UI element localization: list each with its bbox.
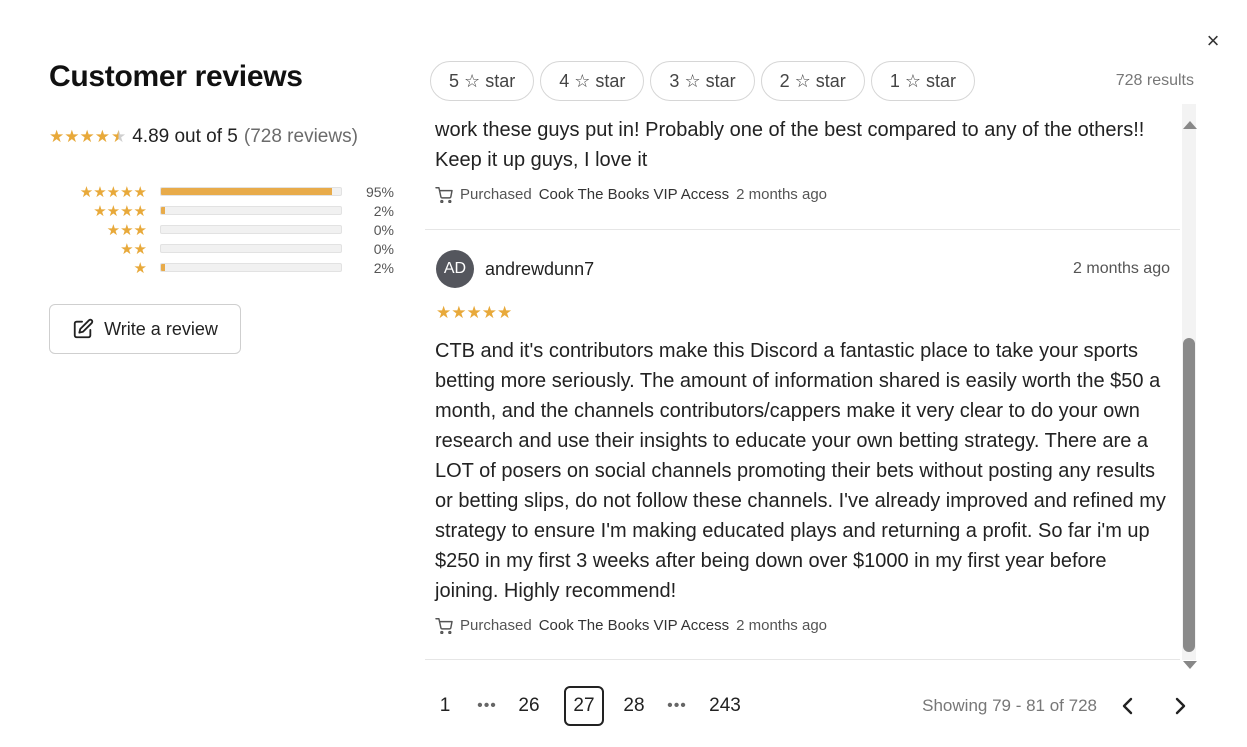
showing-range: Showing 79 - 81 of 728 (922, 696, 1097, 715)
review-date: 2 months ago (1073, 260, 1170, 277)
distribution-row-2[interactable]: ★★ 0% (49, 239, 395, 258)
reviews-list[interactable]: work these guys put in! Probably one of … (425, 104, 1180, 660)
filter-5-star[interactable]: 5 ☆ star (430, 61, 535, 101)
rating-text: 4.89 out of 5 (132, 126, 238, 147)
distribution-percent: 2% (373, 202, 394, 219)
star-outline-icon: ☆ (904, 70, 921, 91)
distribution-bar (160, 187, 342, 196)
page-243[interactable]: 243 (700, 686, 750, 726)
page-28[interactable]: 28 (614, 686, 654, 726)
review-author: AD andrewdunn7 (436, 250, 594, 288)
prev-page-button[interactable] (1113, 690, 1143, 722)
four-stars-icon: ★★★★ (93, 202, 147, 220)
close-button[interactable]: × (1203, 30, 1223, 52)
distribution-fill (161, 188, 332, 195)
page-26[interactable]: 26 (514, 686, 544, 726)
chevron-left-icon (1122, 697, 1133, 715)
distribution-fill (161, 207, 165, 214)
filter-value: 4 (559, 70, 570, 91)
review-stars-icon: ★★★★★ (436, 303, 513, 322)
one-star-icon: ★ (133, 259, 147, 277)
filter-value: 2 (779, 70, 790, 91)
filter-value: 1 (889, 70, 900, 91)
star-outline-icon: ☆ (794, 70, 811, 91)
distribution-bar (160, 244, 342, 253)
product-link[interactable]: Cook The Books VIP Access (539, 186, 729, 203)
filter-suffix: star (595, 70, 626, 91)
purchase-info: Purchased Cook The Books VIP Access 2 mo… (435, 186, 1155, 203)
distribution-bar (160, 225, 342, 234)
rating-distribution: ★★★★★ 95% ★★★★ 2% ★★★ 0% ★★ 0% ★ 2% (49, 182, 395, 277)
pagination: 1 ••• 26 27 28 ••• 243 (430, 686, 750, 726)
filter-1-star[interactable]: 1 ☆ star (870, 61, 976, 101)
page-27[interactable]: 27 (564, 686, 604, 726)
distribution-row-4[interactable]: ★★★★ 2% (49, 201, 395, 220)
distribution-bar (160, 206, 342, 215)
distribution-percent: 95% (365, 183, 394, 200)
page-ellipsis: ••• (477, 697, 497, 714)
filter-3-star[interactable]: 3 ☆ star (650, 61, 755, 101)
filter-suffix: star (815, 70, 846, 91)
scroll-up-arrow-icon[interactable] (1183, 121, 1197, 129)
filter-suffix: star (705, 70, 736, 91)
distribution-percent: 2% (373, 259, 394, 276)
distribution-percent: 0% (373, 221, 394, 238)
summary-panel: Customer reviews ★★★★ ★ 4.89 out of 5 (72… (49, 60, 399, 354)
distribution-bar (160, 263, 342, 272)
page-1[interactable]: 1 (430, 686, 460, 726)
star-outline-icon: ☆ (684, 70, 701, 91)
review-text: CTB and it's contributors make this Disc… (435, 340, 1166, 602)
divider (425, 659, 1180, 660)
purchase-prefix: Purchased (460, 617, 532, 634)
cart-icon (435, 617, 453, 634)
divider (425, 229, 1180, 230)
distribution-fill (161, 264, 165, 271)
write-review-button[interactable]: Write a review (49, 304, 241, 354)
star-outline-icon: ☆ (464, 70, 481, 91)
distribution-row-3[interactable]: ★★★ 0% (49, 220, 395, 239)
filter-suffix: star (926, 70, 957, 91)
page-ellipsis: ••• (667, 697, 687, 714)
page-title: Customer reviews (49, 60, 303, 93)
distribution-row-5[interactable]: ★★★★★ 95% (49, 182, 395, 201)
filter-suffix: star (485, 70, 516, 91)
filter-4-star[interactable]: 4 ☆ star (540, 61, 645, 101)
filter-value: 5 (449, 70, 460, 91)
distribution-percent: 0% (373, 240, 394, 257)
results-count: 728 results (1115, 72, 1194, 89)
scrollbar-thumb[interactable] (1183, 338, 1195, 652)
edit-icon (73, 318, 94, 339)
filter-value: 3 (669, 70, 680, 91)
purchase-date: 2 months ago (736, 186, 828, 203)
product-link[interactable]: Cook The Books VIP Access (539, 617, 729, 634)
three-stars-icon: ★★★ (106, 221, 147, 239)
avatar: AD (436, 250, 474, 288)
purchase-date: 2 months ago (736, 617, 828, 634)
write-review-label: Write a review (104, 318, 218, 339)
username: andrewdunn7 (485, 258, 595, 279)
average-rating: ★★★★ ★ 4.89 out of 5 (728 reviews) (49, 126, 358, 148)
reviews-count: (728 reviews) (243, 126, 358, 147)
star-outline-icon: ☆ (574, 70, 591, 91)
scroll-down-arrow-icon[interactable] (1183, 661, 1197, 669)
cart-icon (435, 186, 453, 203)
five-stars-icon: ★★★★★ (79, 183, 147, 201)
purchase-prefix: Purchased (460, 186, 532, 203)
review-item: CTB and it's contributors make this Disc… (435, 336, 1170, 634)
filter-2-star[interactable]: 2 ☆ star (760, 61, 865, 101)
distribution-row-1[interactable]: ★ 2% (49, 258, 395, 277)
next-page-button[interactable] (1165, 690, 1195, 722)
review-text: work these guys put in! Probably one of … (435, 119, 1145, 171)
two-stars-icon: ★★ (120, 240, 147, 258)
review-item: work these guys put in! Probably one of … (435, 115, 1155, 203)
purchase-info: Purchased Cook The Books VIP Access 2 mo… (435, 617, 1170, 634)
star-filters: 5 ☆ star 4 ☆ star 3 ☆ star 2 ☆ star 1 ☆ … (430, 61, 976, 101)
average-stars-icon: ★★★★ ★ (49, 127, 127, 146)
chevron-right-icon (1175, 697, 1186, 715)
